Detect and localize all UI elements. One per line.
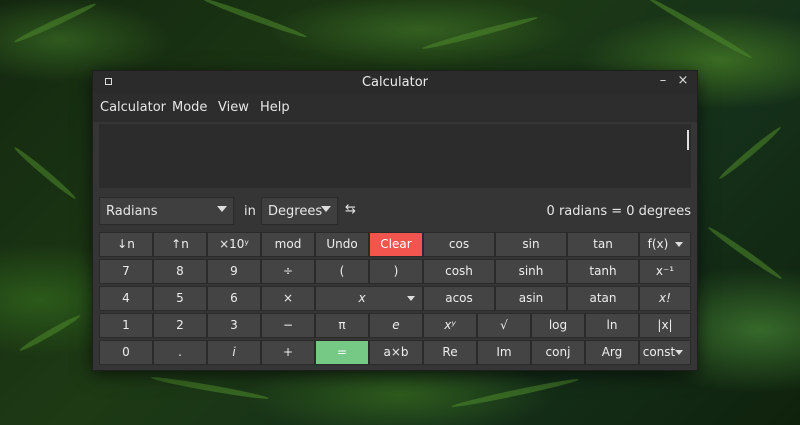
conjugate-button[interactable]: conj <box>531 340 585 365</box>
close-button[interactable]: × <box>675 73 691 88</box>
shift-down-button[interactable]: ↓n <box>99 232 153 257</box>
background-fern <box>18 312 82 354</box>
to-unit-label: Degrees <box>268 204 323 219</box>
digit-5-button[interactable]: 5 <box>153 286 207 311</box>
background-fern <box>646 0 754 61</box>
sinh-button[interactable]: sinh <box>495 259 567 284</box>
abs-button[interactable]: |x| <box>639 313 691 338</box>
menu-mode[interactable]: Mode <box>172 100 207 115</box>
digit-8-button[interactable]: 8 <box>153 259 207 284</box>
atan-button[interactable]: atan <box>567 286 639 311</box>
chevron-down-icon <box>675 242 683 247</box>
unit-converter: Radians in Degrees ⇆ 0 radians = 0 degre… <box>99 197 691 225</box>
decimal-point-button[interactable]: . <box>153 340 207 365</box>
digit-9-button[interactable]: 9 <box>207 259 261 284</box>
digit-2-button[interactable]: 2 <box>153 313 207 338</box>
menu-help[interactable]: Help <box>260 100 290 115</box>
chevron-down-icon <box>675 350 683 355</box>
undo-button[interactable]: Undo <box>315 232 369 257</box>
euler-button[interactable]: e <box>369 313 423 338</box>
digit-0-button[interactable]: 0 <box>99 340 153 365</box>
digit-7-button[interactable]: 7 <box>99 259 153 284</box>
shift-up-button[interactable]: ↑n <box>153 232 207 257</box>
equals-button[interactable]: = <box>315 340 369 365</box>
calculator-window: Calculator – × Calculator Mode View Help… <box>92 70 698 371</box>
background-fern <box>150 374 270 402</box>
tan-button[interactable]: tan <box>567 232 639 257</box>
cosh-button[interactable]: cosh <box>423 259 495 284</box>
add-button[interactable]: + <box>261 340 315 365</box>
window-title: Calculator <box>361 75 428 90</box>
ln-button[interactable]: ln <box>585 313 639 338</box>
argument-button[interactable]: Arg <box>585 340 639 365</box>
chevron-down-icon <box>407 296 415 301</box>
chevron-down-icon <box>217 206 227 212</box>
imaginary-button[interactable]: i <box>207 340 261 365</box>
factorize-button[interactable]: a×b <box>369 340 423 365</box>
background-fern <box>717 124 783 182</box>
subtract-button[interactable]: − <box>261 313 315 338</box>
function-label: f(x) <box>647 237 669 251</box>
pi-button[interactable]: π <box>315 313 369 338</box>
exponent-button[interactable]: ×10ʸ <box>207 232 261 257</box>
asin-button[interactable]: asin <box>495 286 567 311</box>
background-fern <box>12 144 78 202</box>
from-unit-select[interactable]: Radians <box>99 197 234 225</box>
background-fern <box>12 1 98 45</box>
digit-1-button[interactable]: 1 <box>99 313 153 338</box>
text-cursor <box>687 130 689 150</box>
divide-button[interactable]: ÷ <box>261 259 315 284</box>
calculator-display[interactable] <box>99 124 691 188</box>
from-unit-label: Radians <box>106 204 158 219</box>
open-paren-button[interactable]: ( <box>315 259 369 284</box>
clear-button[interactable]: Clear <box>369 232 423 257</box>
title-bar: Calculator – × <box>93 71 697 94</box>
tanh-button[interactable]: tanh <box>567 259 639 284</box>
background-fern <box>450 376 580 410</box>
power-button[interactable]: xʸ <box>423 313 477 338</box>
variable-menu-button[interactable]: x <box>315 286 423 311</box>
menu-calculator[interactable]: Calculator <box>100 100 166 115</box>
sin-button[interactable]: sin <box>495 232 567 257</box>
swap-units-icon[interactable]: ⇆ <box>345 202 356 217</box>
chevron-down-icon <box>321 206 331 212</box>
in-label: in <box>244 204 256 219</box>
mod-button[interactable]: mod <box>261 232 315 257</box>
menu-view[interactable]: View <box>218 100 249 115</box>
variable-label: x <box>358 291 366 305</box>
inverse-button[interactable]: x⁻¹ <box>639 259 691 284</box>
cos-button[interactable]: cos <box>423 232 495 257</box>
function-menu-button[interactable]: f(x) <box>639 232 691 257</box>
constants-menu-button[interactable]: const <box>639 340 691 365</box>
minimize-button[interactable]: – <box>655 73 671 88</box>
menu-bar: Calculator Mode View Help <box>93 94 697 122</box>
acos-button[interactable]: acos <box>423 286 495 311</box>
conversion-result: 0 radians = 0 degrees <box>546 204 691 219</box>
background-fern <box>421 14 539 52</box>
background-fern <box>202 0 308 40</box>
to-unit-select[interactable]: Degrees <box>261 197 338 225</box>
digit-6-button[interactable]: 6 <box>207 286 261 311</box>
close-paren-button[interactable]: ) <box>369 259 423 284</box>
sqrt-button[interactable]: √ <box>477 313 531 338</box>
imaginary-part-button[interactable]: Im <box>477 340 531 365</box>
multiply-button[interactable]: × <box>261 286 315 311</box>
log-button[interactable]: log <box>531 313 585 338</box>
digit-3-button[interactable]: 3 <box>207 313 261 338</box>
factorial-button[interactable]: x! <box>639 286 691 311</box>
background-fern <box>706 224 784 282</box>
constants-label: const <box>642 345 676 359</box>
real-part-button[interactable]: Re <box>423 340 477 365</box>
digit-4-button[interactable]: 4 <box>99 286 153 311</box>
